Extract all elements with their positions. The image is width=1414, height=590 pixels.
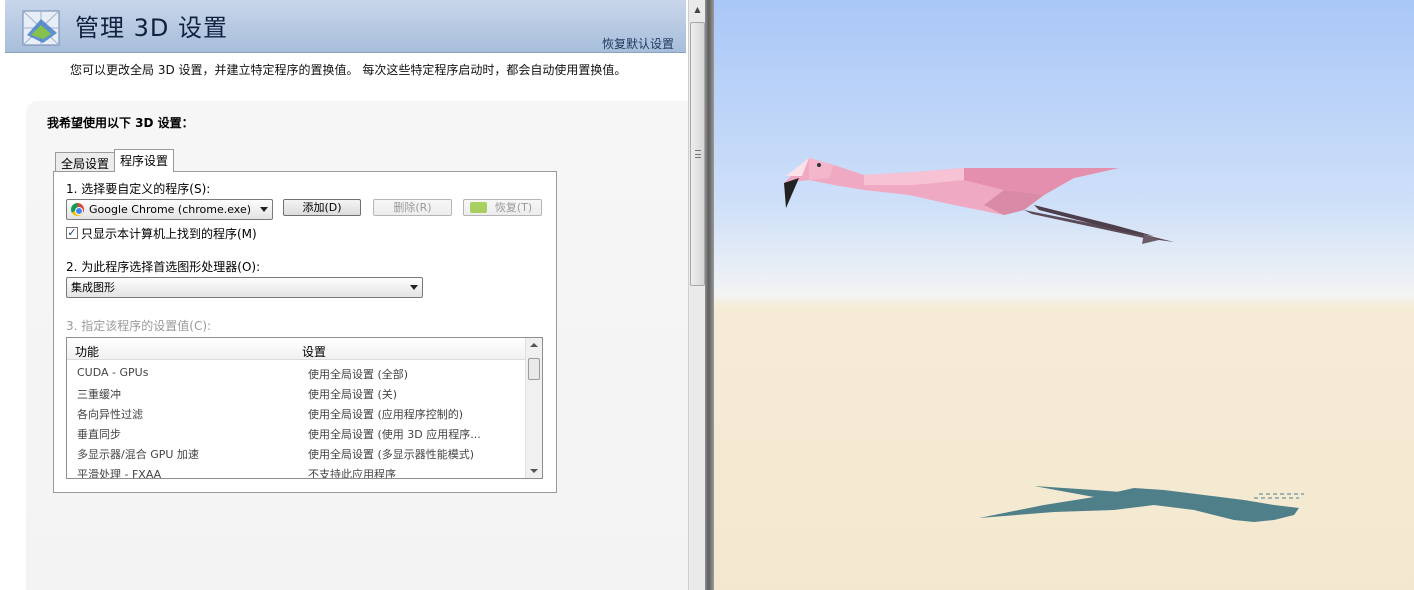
show-only-label: 只显示本计算机上找到的程序(M) (81, 227, 257, 241)
add-program-button[interactable]: 添加(D) (283, 199, 361, 216)
program-select-value: Google Chrome (chrome.exe) (89, 203, 252, 216)
restore-defaults-link[interactable]: 恢复默认设置 (602, 35, 674, 52)
page-header: 管理 3D 设置 恢复默认设置 (5, 0, 686, 53)
list-scrollbar[interactable] (525, 338, 542, 478)
flamingo-model (784, 158, 1174, 244)
settings-list[interactable]: 功能 设置 CUDA - GPUs 使用全局设置 (全部) 三重缓冲 使用全局设… (66, 337, 543, 479)
chevron-down-icon (410, 285, 418, 290)
scroll-up-icon[interactable] (530, 343, 538, 347)
nvidia-control-panel: 管理 3D 设置 恢复默认设置 您可以更改全局 3D 设置，并建立特定程序的置换… (0, 0, 706, 590)
feature-setting: 使用全局设置 (多显示器性能模式) (308, 448, 475, 461)
list-item[interactable]: 平滑处理 - FXAA 不支持此应用程序 (67, 463, 526, 479)
panel-heading: 我希望使用以下 3D 设置： (47, 116, 194, 130)
step2-label: 2. 为此程序选择首选图形处理器(O): (66, 260, 261, 274)
list-item[interactable]: 各向异性过滤 使用全局设置 (应用程序控制的) (67, 403, 526, 423)
show-only-checkbox[interactable]: ✓ (66, 227, 78, 239)
column-header-feature[interactable]: 功能 (75, 343, 99, 360)
3d-viewport[interactable] (714, 0, 1414, 590)
restore-program-label: 恢复(T) (494, 201, 533, 214)
column-header-setting[interactable]: 设置 (302, 343, 326, 360)
scroll-up-icon[interactable]: ▲ (690, 2, 705, 17)
step3-label: 3. 指定该程序的设置值(C): (66, 319, 212, 333)
list-item[interactable]: 垂直同步 使用全局设置 (使用 3D 应用程序... (67, 423, 526, 443)
feature-name: 平滑处理 - FXAA (77, 468, 162, 479)
list-scroll-thumb[interactable] (528, 358, 540, 380)
feature-setting: 使用全局设置 (全部) (308, 368, 409, 381)
program-select[interactable]: Google Chrome (chrome.exe) (66, 199, 273, 220)
flamingo-scene (784, 158, 1304, 522)
nvidia-icon (470, 202, 487, 213)
restore-program-button[interactable]: 恢复(T) (463, 199, 542, 216)
remove-program-button[interactable]: 删除(R) (373, 199, 452, 216)
intro-text: 您可以更改全局 3D 设置，并建立特定程序的置换值。 每次这些特定程序启动时，都… (70, 63, 627, 77)
step1-label: 1. 选择要自定义的程序(S): (66, 182, 211, 196)
list-item[interactable]: 三重缓冲 使用全局设置 (关) (67, 383, 526, 403)
flamingo-shadow (979, 486, 1304, 522)
feature-setting: 不支持此应用程序 (308, 468, 396, 479)
feature-name: 垂直同步 (77, 428, 121, 441)
feature-name: 三重缓冲 (77, 388, 121, 401)
feature-name: 多显示器/混合 GPU 加速 (77, 448, 199, 461)
main-scroll-thumb[interactable] (690, 22, 705, 286)
tab-program-settings[interactable]: 程序设置 (114, 149, 175, 172)
list-header: 功能 设置 (67, 338, 526, 360)
3d-settings-icon (22, 10, 60, 46)
grip-icon (695, 150, 701, 158)
tab-global-settings[interactable]: 全局设置 (55, 152, 116, 172)
list-item[interactable]: CUDA - GPUs 使用全局设置 (全部) (67, 363, 526, 383)
feature-name: 各向异性过滤 (77, 408, 143, 421)
gpu-select-value: 集成图形 (71, 281, 115, 294)
feature-setting: 使用全局设置 (应用程序控制的) (308, 408, 464, 421)
feature-setting: 使用全局设置 (使用 3D 应用程序... (308, 428, 481, 441)
feature-setting: 使用全局设置 (关) (308, 388, 398, 401)
list-item[interactable]: 多显示器/混合 GPU 加速 使用全局设置 (多显示器性能模式) (67, 443, 526, 463)
main-scrollbar[interactable]: ▲ (688, 0, 705, 590)
gpu-select[interactable]: 集成图形 (66, 277, 423, 298)
feature-name: CUDA - GPUs (77, 366, 149, 379)
scroll-down-icon[interactable] (530, 469, 538, 473)
chrome-icon (71, 203, 84, 216)
page-title: 管理 3D 设置 (75, 14, 229, 42)
chevron-down-icon (260, 207, 268, 212)
window-splitter[interactable] (705, 0, 714, 590)
